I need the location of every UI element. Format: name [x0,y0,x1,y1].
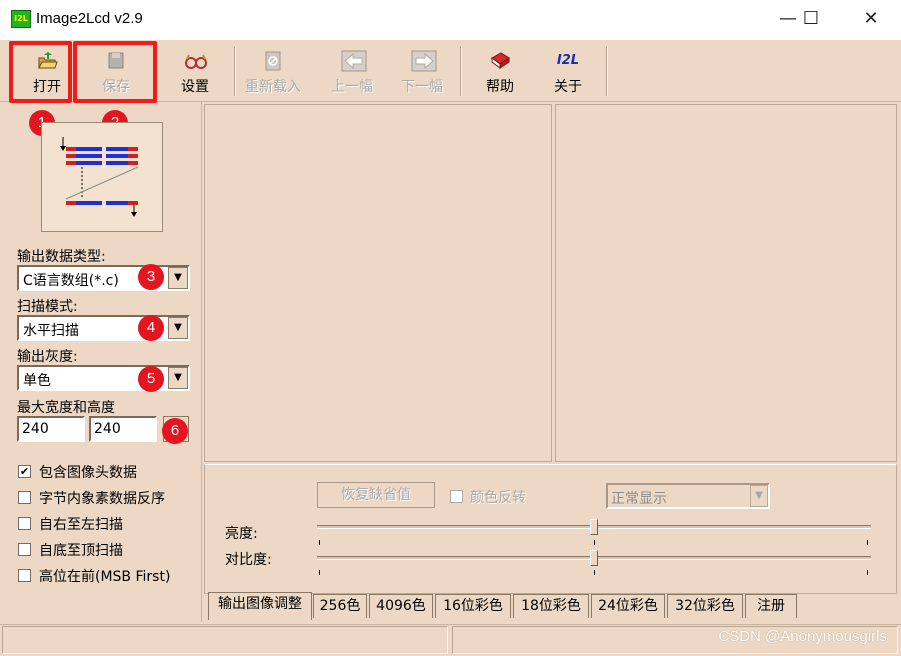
output-image-pane [555,104,897,462]
checkbox[interactable] [18,491,31,504]
scan-mode-preview [41,122,163,232]
slider-tick [867,540,868,545]
option-label: 自底至顶扫描 [39,543,123,559]
maximize-button[interactable]: ☐ [788,0,834,40]
width-field[interactable]: 240 [17,416,85,442]
badge-5: 5 [138,366,164,392]
scan-mode-label: 扫描模式: [17,299,78,315]
toolbar-separator [606,46,608,96]
scan-mode-select[interactable]: 水平扫描 ▼ [17,315,190,341]
width-value: 240 [22,421,49,437]
chevron-down-icon[interactable]: ▼ [168,367,188,389]
next-label: 下一幅 [401,79,443,95]
display-mode-select[interactable]: 正常显示 ▼ [606,483,770,509]
output-type-label: 输出数据类型: [17,249,106,265]
max-size-label: 最大宽度和高度 [17,400,115,416]
next-button[interactable]: 下一幅 [390,46,454,98]
tab-18bit-color[interactable]: 18位彩色 [513,594,589,618]
badge-6: 6 [162,418,188,444]
reload-label: 重新载入 [245,79,301,95]
checkbox[interactable] [18,569,31,582]
badge-4: 4 [138,315,164,341]
toolbar-separator [234,46,236,96]
option-label: 自右至左扫描 [39,517,123,533]
checkbox[interactable] [18,543,31,556]
image-adjust-panel [204,464,897,594]
display-mode-value: 正常显示 [611,491,667,507]
option-label: 高位在前(MSB First) [39,569,171,585]
tab-16bit-color[interactable]: 16位彩色 [435,594,511,618]
checkbox-checked[interactable]: ✔ [18,465,31,478]
gray-level-label: 输出灰度: [17,349,78,365]
tab-register[interactable]: 注册 [745,594,797,618]
about-label: 关于 [554,79,582,95]
arrow-left-icon [341,50,367,72]
restore-defaults-button[interactable]: 恢复缺省值 [317,482,435,508]
help-label: 帮助 [486,79,514,95]
close-button[interactable]: ✕ [848,0,894,40]
highlight-save [73,41,157,103]
slider-tick [319,540,320,545]
about-logo-icon: I2L [556,53,580,68]
brightness-slider-thumb[interactable] [590,519,598,535]
prev-button[interactable]: 上一幅 [320,46,384,98]
scan-direction-icon [60,137,139,217]
glasses-icon [184,50,207,72]
tab-256-color[interactable]: 256色 [313,594,367,618]
checkbox[interactable] [18,517,31,530]
status-cell-left [2,626,448,654]
highlight-open [9,41,72,103]
prev-label: 上一幅 [331,79,373,95]
slider-tick [319,570,320,575]
chevron-down-icon[interactable]: ▼ [168,267,188,289]
window-title: Image2Lcd v2.9 [36,10,143,27]
slider-tick [594,570,595,575]
contrast-label: 对比度: [225,552,272,568]
gray-level-value: 单色 [23,373,51,389]
height-field[interactable]: 240 [89,416,157,442]
source-image-pane [204,104,552,462]
toolbar-separator [460,46,462,96]
contrast-slider-thumb[interactable] [590,550,598,566]
tab-4096-color[interactable]: 4096色 [369,594,433,618]
tab-image-adjust[interactable]: 输出图像调整 [208,592,312,620]
option-label: 包含图像头数据 [39,465,137,481]
app-icon: I2L [11,10,31,28]
settings-label: 设置 [181,79,209,95]
gray-level-select[interactable]: 单色 ▼ [17,365,190,391]
about-button[interactable]: I2L 关于 [542,46,594,98]
brightness-label: 亮度: [225,526,258,542]
tab-24bit-color[interactable]: 24位彩色 [591,594,665,618]
reload-icon [262,50,284,72]
slider-tick [867,570,868,575]
chevron-down-icon[interactable]: ▼ [750,485,768,507]
badge-3: 3 [138,264,164,290]
watermark: CSDN @Anonymousgirls [718,628,887,645]
scan-mode-value: 水平扫描 [23,323,79,339]
chevron-down-icon[interactable]: ▼ [168,317,188,339]
option-label: 字节内象素数据反序 [39,491,165,507]
help-book-icon [489,50,511,72]
help-button[interactable]: 帮助 [474,46,526,98]
output-type-value: C语言数组(*.c) [23,273,119,289]
invert-color-checkbox[interactable] [450,490,463,503]
height-value: 240 [94,421,121,437]
tab-32bit-color[interactable]: 32位彩色 [667,594,743,618]
reload-button[interactable]: 重新载入 [240,46,306,98]
invert-color-label: 颜色反转 [470,490,526,506]
slider-tick [594,540,595,545]
output-type-select[interactable]: C语言数组(*.c) ▼ [17,265,190,291]
settings-button[interactable]: 设置 [168,46,222,98]
arrow-right-icon [411,50,437,72]
